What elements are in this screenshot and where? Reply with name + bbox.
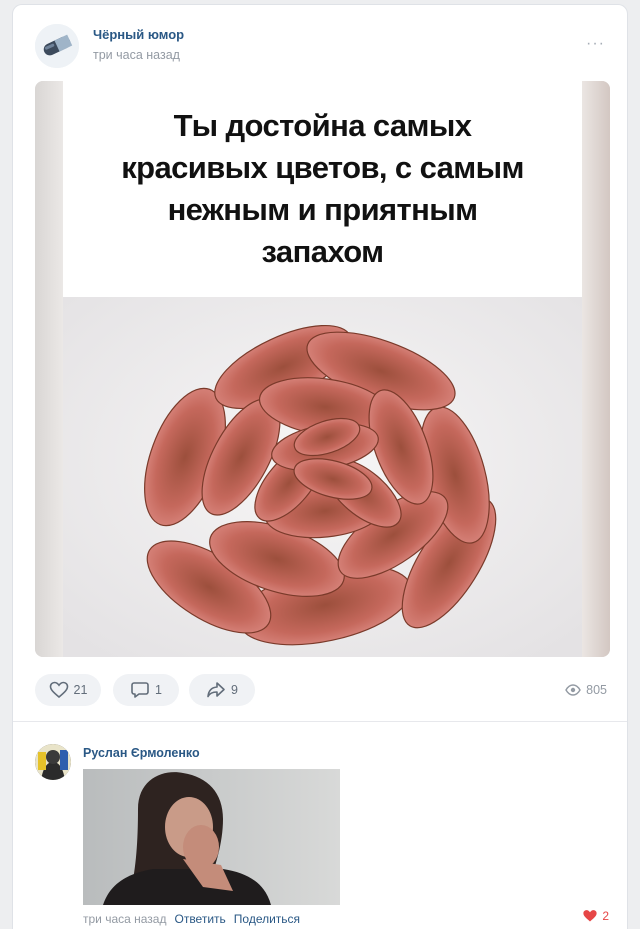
comment-timestamp[interactable]: три часа назад	[83, 912, 166, 926]
comment-icon	[131, 682, 149, 698]
more-options-icon[interactable]: ···	[586, 35, 605, 53]
post-card: Чёрный юмор три часа назад ··· Ты достой…	[12, 4, 628, 929]
like-count: 21	[73, 683, 88, 697]
publisher-avatar[interactable]	[35, 24, 79, 68]
meme-caption-area: Ты достойна самых красивых цветов, с сам…	[63, 81, 582, 297]
post-image[interactable]: Ты достойна самых красивых цветов, с сам…	[35, 81, 610, 657]
share-icon	[207, 682, 225, 698]
comment-like-count: 2	[602, 909, 609, 923]
image-blur-left	[35, 81, 63, 657]
publisher-name[interactable]: Чёрный юмор	[93, 27, 184, 42]
comments-divider	[13, 721, 627, 722]
reply-link[interactable]: Ответить	[174, 912, 225, 926]
comment-button[interactable]: 1	[113, 674, 179, 706]
share-button[interactable]: 9	[189, 674, 255, 706]
meme-caption: Ты достойна самых красивых цветов, с сам…	[121, 108, 524, 269]
heart-icon	[49, 681, 68, 699]
post-timestamp[interactable]: три часа назад	[93, 48, 180, 62]
comment-like-button[interactable]: 2	[582, 909, 609, 923]
share-count: 9	[231, 683, 238, 697]
heart-filled-icon	[583, 910, 597, 922]
commenter-avatar[interactable]	[35, 744, 71, 780]
avatar-image	[35, 744, 71, 780]
eye-icon	[565, 684, 581, 696]
share-link[interactable]: Поделиться	[234, 912, 300, 926]
image-blur-right	[582, 81, 610, 657]
sausage-rose-photo	[63, 297, 582, 657]
commenter-name[interactable]: Руслан Єрмоленко	[83, 746, 200, 760]
like-button[interactable]: 21	[35, 674, 101, 706]
comment-meta: три часа назад Ответить Поделиться	[83, 912, 300, 926]
crying-woman-photo	[83, 769, 340, 905]
views-count: 805	[586, 683, 607, 697]
pill-icon	[35, 24, 79, 68]
views-counter: 805	[565, 683, 607, 697]
comment-count: 1	[155, 683, 162, 697]
comment-image[interactable]	[83, 769, 340, 905]
